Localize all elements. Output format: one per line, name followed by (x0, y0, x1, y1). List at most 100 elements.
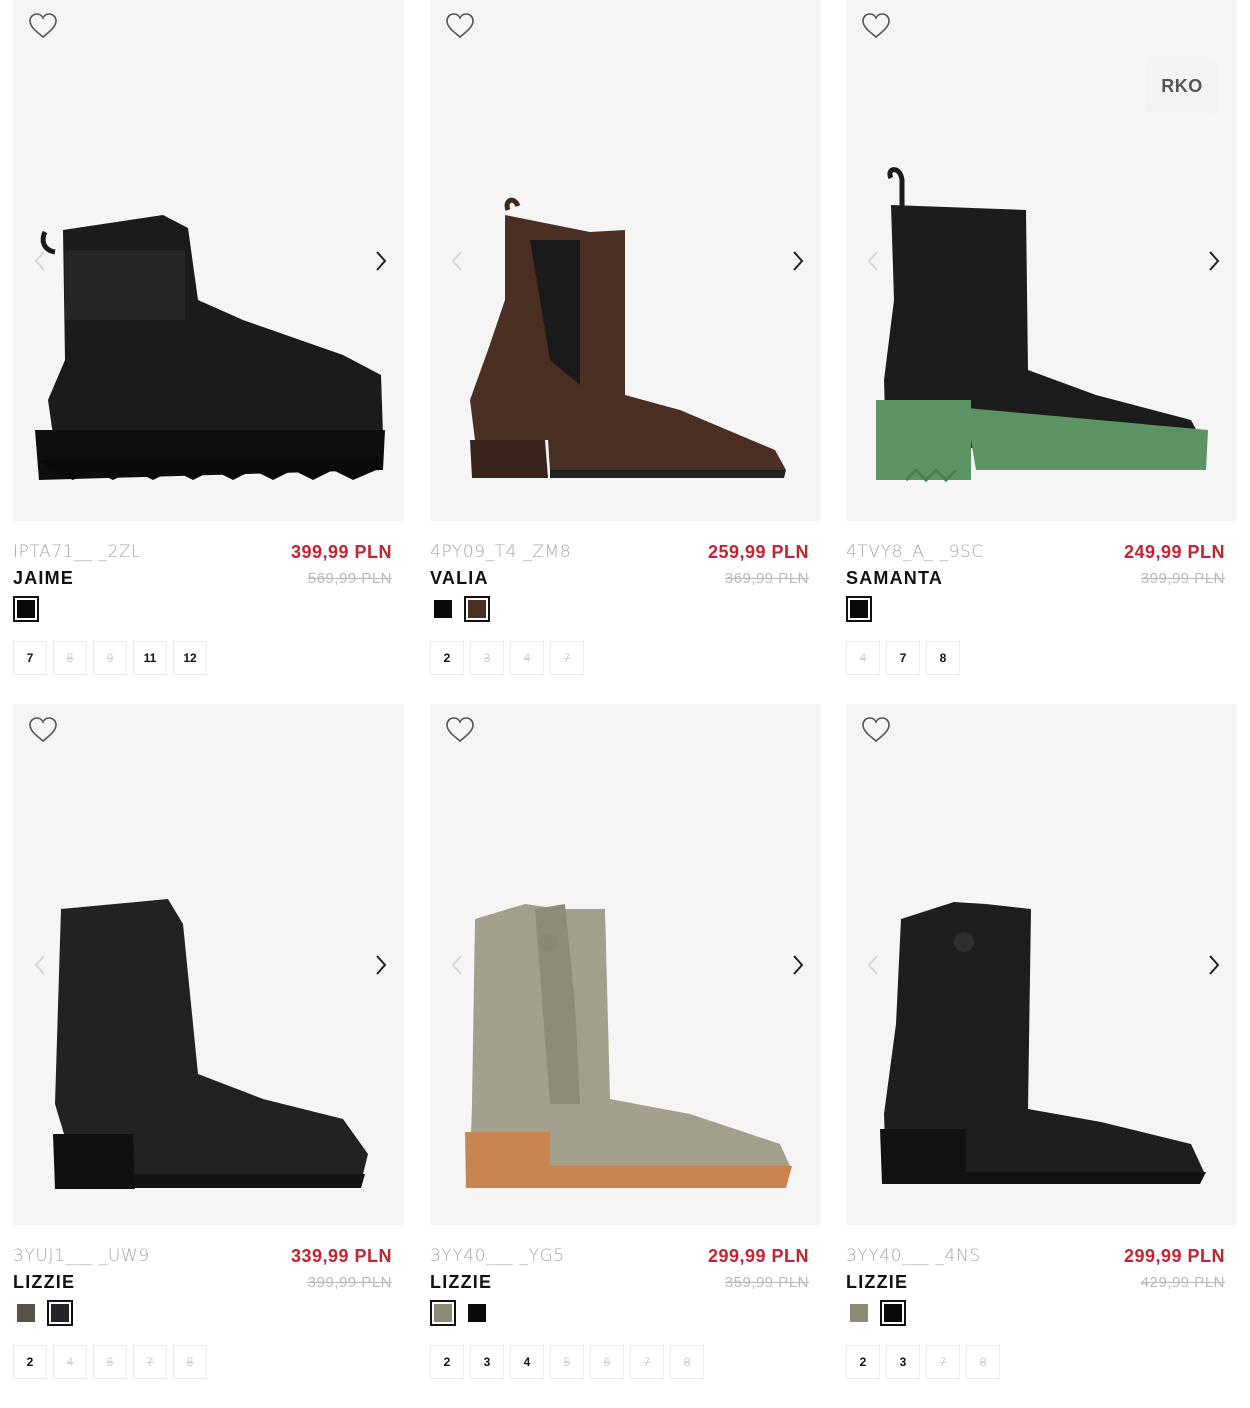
size-option[interactable]: 2 (13, 1345, 47, 1379)
size-option[interactable]: 2 (846, 1345, 880, 1379)
color-swatch[interactable] (430, 1300, 456, 1326)
size-list: 7 8 9 11 12 (13, 641, 207, 675)
color-swatch[interactable] (846, 1300, 872, 1326)
color-swatch[interactable] (13, 596, 39, 622)
size-option[interactable]: 6 (93, 1345, 127, 1379)
product-card[interactable]: 3YY40___ _4NS LIZZIE 299,99 PLN 429,99 P… (846, 704, 1237, 1394)
chevron-right-icon[interactable] (1203, 246, 1225, 276)
size-option[interactable]: 4 (510, 641, 544, 675)
product-sku: 4TVY8_A_ _9SC (846, 542, 984, 562)
chevron-right-icon[interactable] (787, 246, 809, 276)
product-card[interactable]: 3YUJ1___ _UW9 LIZZIE 339,99 PLN 399,99 P… (13, 704, 404, 1394)
heart-icon[interactable] (444, 716, 476, 744)
product-name[interactable]: LIZZIE (846, 1272, 908, 1293)
size-list: 24678 (13, 1345, 207, 1379)
sale-price: 299,99 PLN (1123, 1246, 1225, 1266)
product-name[interactable]: VALIA (430, 568, 489, 589)
product-image[interactable] (430, 0, 821, 521)
size-option[interactable]: 7 (886, 641, 920, 675)
heart-icon[interactable] (27, 12, 59, 40)
product-image[interactable] (13, 0, 404, 521)
heart-icon[interactable] (860, 12, 892, 40)
color-swatches (13, 1300, 73, 1326)
chevron-left-icon[interactable] (29, 246, 51, 276)
size-option[interactable]: 2 (430, 641, 464, 675)
heart-icon[interactable] (444, 12, 476, 40)
size-option[interactable]: 11 (133, 641, 167, 675)
color-swatch[interactable] (880, 1300, 906, 1326)
product-image-area[interactable] (13, 704, 404, 1225)
heart-icon[interactable] (860, 716, 892, 744)
size-option[interactable]: 3 (886, 1345, 920, 1379)
chevron-right-icon[interactable] (787, 950, 809, 980)
color-swatches (430, 1300, 490, 1326)
chevron-left-icon[interactable] (29, 950, 51, 980)
color-swatch[interactable] (430, 596, 456, 622)
chevron-left-icon[interactable] (862, 950, 884, 980)
color-swatches (846, 596, 872, 622)
product-image-area[interactable] (430, 0, 821, 521)
original-price: 569,99 PLN (307, 570, 392, 587)
product-card[interactable]: IPTA71__ _2ZL JAIME 399,99 PLN 569,99 PL… (13, 0, 404, 690)
size-option[interactable]: 8 (966, 1345, 1000, 1379)
product-name[interactable]: JAIME (13, 568, 74, 589)
color-swatch[interactable] (47, 1300, 73, 1326)
product-image[interactable] (13, 704, 404, 1225)
color-swatches (430, 596, 490, 622)
product-card[interactable]: RKO 4TVY8_A_ _9SC SAMANTA 249,99 PLN 399… (846, 0, 1237, 690)
size-option[interactable]: 8 (173, 1345, 207, 1379)
size-option[interactable]: 4 (53, 1345, 87, 1379)
product-image-area[interactable] (846, 704, 1237, 1225)
chevron-left-icon[interactable] (446, 950, 468, 980)
color-swatches (846, 1300, 906, 1326)
product-card[interactable]: 4PY09_T4 _ZM8 VALIA 259,99 PLN 369,99 PL… (430, 0, 821, 690)
size-option[interactable]: 3 (470, 1345, 504, 1379)
product-grid: IPTA71__ _2ZL JAIME 399,99 PLN 569,99 PL… (0, 0, 1250, 1408)
product-image[interactable] (846, 704, 1237, 1225)
size-option[interactable]: 7 (630, 1345, 664, 1379)
size-option[interactable]: 7 (133, 1345, 167, 1379)
original-price: 399,99 PLN (1140, 570, 1225, 587)
heart-icon[interactable] (27, 716, 59, 744)
product-image-area[interactable] (13, 0, 404, 521)
size-option[interactable]: 9 (93, 641, 127, 675)
product-image-area[interactable]: RKO (846, 0, 1237, 521)
size-option[interactable]: 7 (13, 641, 47, 675)
color-swatch[interactable] (846, 596, 872, 622)
size-option[interactable]: 3 (470, 641, 504, 675)
size-option[interactable]: 5 (550, 1345, 584, 1379)
original-price: 359,99 PLN (724, 1274, 809, 1291)
size-list: 478 (846, 641, 960, 675)
product-image-area[interactable] (430, 704, 821, 1225)
size-option[interactable]: 7 (550, 641, 584, 675)
color-swatch[interactable] (13, 1300, 39, 1326)
size-option[interactable]: 6 (590, 1345, 624, 1379)
size-list: 2345678 (430, 1345, 704, 1379)
chevron-left-icon[interactable] (446, 246, 468, 276)
color-swatch[interactable] (464, 596, 490, 622)
size-list: 2378 (846, 1345, 1000, 1379)
chevron-left-icon[interactable] (862, 246, 884, 276)
size-option[interactable]: 12 (173, 641, 207, 675)
chevron-right-icon[interactable] (1203, 950, 1225, 980)
product-sku: 3YUJ1___ _UW9 (13, 1246, 150, 1266)
size-option[interactable]: 4 (510, 1345, 544, 1379)
chevron-right-icon[interactable] (370, 950, 392, 980)
product-name[interactable]: LIZZIE (13, 1272, 75, 1293)
sale-price: 259,99 PLN (707, 542, 809, 562)
product-name[interactable]: SAMANTA (846, 568, 943, 589)
size-option[interactable]: 4 (846, 641, 880, 675)
product-image[interactable] (430, 704, 821, 1225)
product-name[interactable]: LIZZIE (430, 1272, 492, 1293)
product-sku: 3YY40___ _YG5 (430, 1246, 565, 1266)
size-option[interactable]: 8 (926, 641, 960, 675)
sale-price: 339,99 PLN (290, 1246, 392, 1266)
size-option[interactable]: 2 (430, 1345, 464, 1379)
product-sku: 3YY40___ _4NS (846, 1246, 981, 1266)
color-swatch[interactable] (464, 1300, 490, 1326)
product-card[interactable]: 3YY40___ _YG5 LIZZIE 299,99 PLN 359,99 P… (430, 704, 821, 1394)
size-option[interactable]: 7 (926, 1345, 960, 1379)
chevron-right-icon[interactable] (370, 246, 392, 276)
size-option[interactable]: 8 (670, 1345, 704, 1379)
size-option[interactable]: 8 (53, 641, 87, 675)
